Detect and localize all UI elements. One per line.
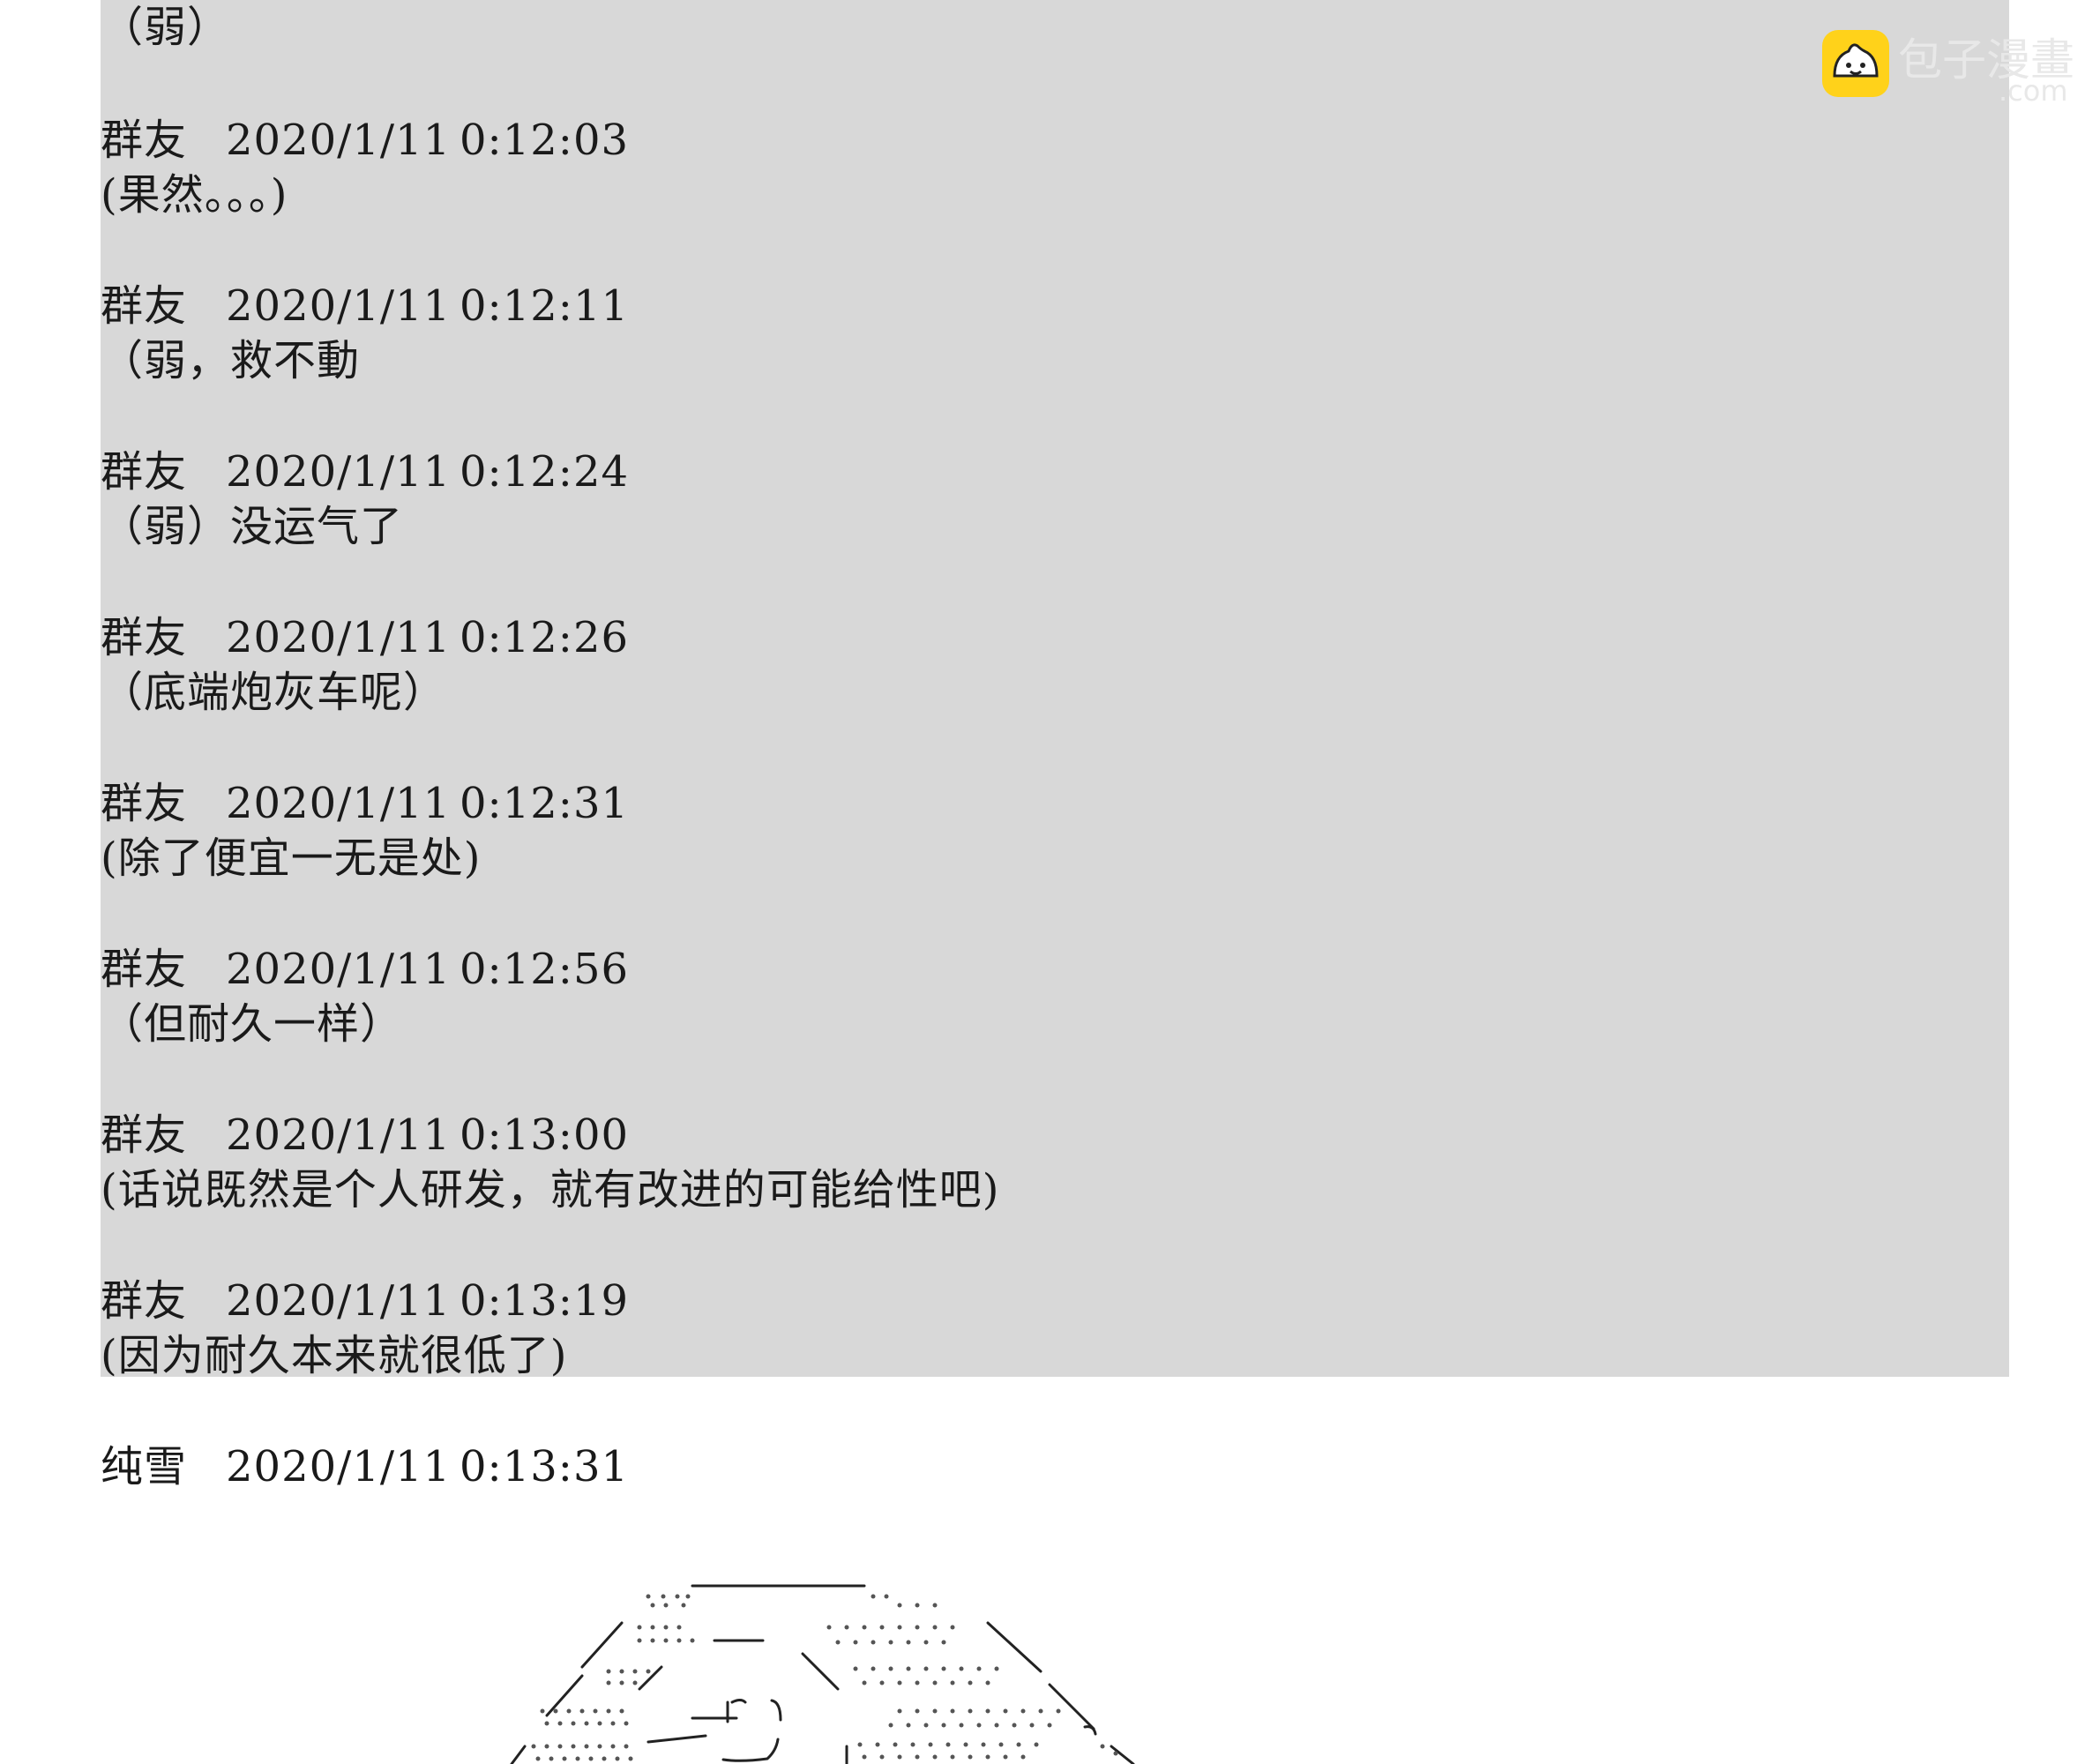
sender-name: 群友 bbox=[101, 116, 188, 165]
message-text: （但耐久一样） bbox=[101, 999, 404, 1049]
message-date: 2020/1/11 bbox=[226, 1110, 452, 1160]
sender-name: 群友 bbox=[101, 1110, 188, 1160]
message-text: （底端炮灰车呢） bbox=[101, 668, 447, 717]
sender-name: 纯雪 bbox=[101, 1442, 188, 1491]
sender-name: 群友 bbox=[101, 1276, 188, 1326]
message-time: 0:13:00 bbox=[460, 1110, 630, 1160]
message-date: 2020/1/11 bbox=[226, 613, 452, 662]
message-time: 0:12:56 bbox=[460, 945, 630, 994]
message-time: 0:12:24 bbox=[460, 447, 630, 497]
message-text: （弱）没运气了 bbox=[101, 502, 404, 551]
sender-name: 群友 bbox=[101, 613, 188, 662]
message-header: 群友 2020/1/11 0:13:00 bbox=[101, 1108, 629, 1162]
message-header: 群友 2020/1/11 0:13:19 bbox=[101, 1274, 629, 1328]
message-time: 0:12:03 bbox=[460, 116, 630, 165]
message-date: 2020/1/11 bbox=[226, 281, 452, 331]
message-time: 0:12:11 bbox=[460, 281, 630, 331]
watermark: 包子漫畫 .com bbox=[1822, 26, 2087, 108]
message-text: （弱，救不動 bbox=[101, 336, 361, 385]
message-text: (除了便宜一无是处) bbox=[101, 833, 482, 883]
sender-name: 群友 bbox=[101, 945, 188, 994]
message-date: 2020/1/11 bbox=[226, 1276, 452, 1326]
message-text: （弱） bbox=[101, 3, 231, 52]
message-text: (因为耐久本来就很低了) bbox=[101, 1331, 568, 1380]
message-date: 2020/1/11 bbox=[226, 116, 452, 165]
message-date: 2020/1/11 bbox=[226, 1442, 452, 1491]
message-time: 0:13:31 bbox=[460, 1442, 630, 1491]
message-time: 0:12:31 bbox=[460, 779, 630, 828]
message-header: 群友 2020/1/11 0:12:11 bbox=[101, 279, 629, 333]
sender-name: 群友 bbox=[101, 281, 188, 331]
sender-name: 群友 bbox=[101, 779, 188, 828]
message-header: 群友 2020/1/11 0:12:31 bbox=[101, 776, 629, 831]
message-time: 0:13:19 bbox=[460, 1276, 630, 1326]
message-header: 群友 2020/1/11 0:12:26 bbox=[101, 610, 629, 665]
message-header: 群友 2020/1/11 0:12:56 bbox=[101, 942, 629, 997]
message-text: (果然。。。) bbox=[101, 170, 288, 220]
watermark-domain: .com bbox=[1999, 74, 2068, 108]
message-time: 0:12:26 bbox=[460, 613, 630, 662]
sender-name: 群友 bbox=[101, 447, 188, 497]
message-header: 群友 2020/1/11 0:12:03 bbox=[101, 113, 629, 168]
message-date: 2020/1/11 bbox=[226, 447, 452, 497]
message-date: 2020/1/11 bbox=[226, 779, 452, 828]
message-header: 纯雪 2020/1/11 0:13:31 bbox=[101, 1439, 629, 1494]
message-date: 2020/1/11 bbox=[226, 945, 452, 994]
ascii-art-illustration bbox=[510, 1584, 1135, 1764]
message-header: 群友 2020/1/11 0:12:24 bbox=[101, 445, 629, 499]
bun-logo-icon bbox=[1822, 30, 1889, 97]
message-text: (话说既然是个人研发，就有改进的可能给性吧) bbox=[101, 1165, 1000, 1215]
